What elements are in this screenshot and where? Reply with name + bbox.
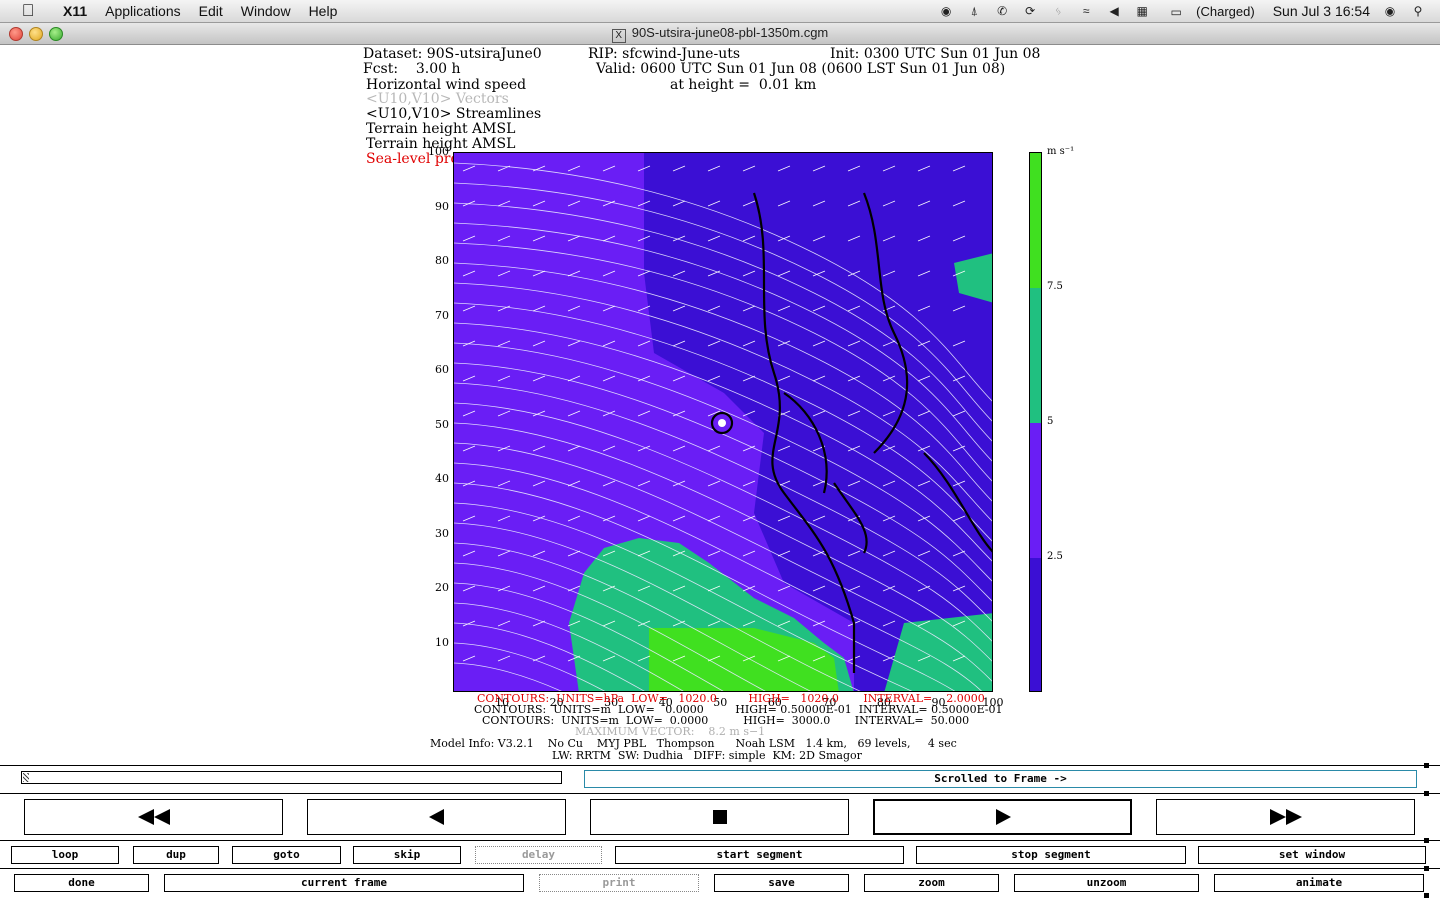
unzoom-button[interactable]: unzoom xyxy=(1014,874,1199,892)
menu-help[interactable]: Help xyxy=(300,0,347,22)
time-machine-icon[interactable]: ⟳ xyxy=(1022,4,1038,18)
header-vectors: <U10,V10> Vectors xyxy=(366,91,509,107)
y-tick-label: 90 xyxy=(435,199,449,213)
alien-icon[interactable]: ◉ xyxy=(938,4,954,18)
y-tick-label: 80 xyxy=(435,254,449,268)
battery-status[interactable]: ▭ (Charged) xyxy=(1162,4,1261,19)
panel-corner-marker xyxy=(1424,791,1429,796)
header-forecast: Fcst: 3.00 h xyxy=(363,61,461,77)
menu-bar:  X11 Applications Edit Window Help ◉ ⍋ … xyxy=(0,0,1440,23)
header-streamlines: <U10,V10> Streamlines xyxy=(366,106,542,122)
frame-scrollbar[interactable] xyxy=(21,771,562,784)
footer-max-vector: MAXIMUM VECTOR: 8.2 m s−1 xyxy=(575,725,766,738)
site-marker xyxy=(718,419,726,427)
colorbar-bin-7.5plus xyxy=(1030,153,1041,288)
user-icon[interactable]: ◉ xyxy=(1382,4,1398,18)
panel-corner-marker xyxy=(1424,763,1429,768)
stop-button[interactable] xyxy=(590,799,849,835)
zoom-button[interactable]: zoom xyxy=(864,874,999,892)
fast-forward-icon xyxy=(1269,809,1302,825)
menu-applications[interactable]: Applications xyxy=(96,0,190,22)
calendar-icon[interactable]: ▦ xyxy=(1134,4,1150,18)
footer-model-physics: LW: RRTM SW: Dudhia DIFF: simple KM: 2D … xyxy=(552,749,862,762)
y-tick-label: 20 xyxy=(435,581,449,595)
phone-icon[interactable]: ✆ xyxy=(994,4,1010,18)
done-button[interactable]: done xyxy=(14,874,149,892)
y-tick-label: 70 xyxy=(435,308,449,322)
header-height: at height = 0.01 km xyxy=(670,77,817,93)
panel-divider-top xyxy=(0,765,1440,766)
goto-button[interactable]: goto xyxy=(232,846,341,864)
bluetooth-icon[interactable]: ᛃ xyxy=(1050,4,1066,18)
panel-divider-3 xyxy=(0,840,1440,841)
panel-corner-marker xyxy=(1424,838,1429,843)
colorbar xyxy=(1029,152,1042,692)
play-icon xyxy=(995,809,1011,825)
window-title-bar: X 90S-utsira-june08-pbl-1350m.cgm xyxy=(0,23,1440,45)
colorbar-bin-0-2.5 xyxy=(1030,558,1041,691)
footer-model-info: Model Info: V3.2.1 No Cu MYJ PBL Thompso… xyxy=(430,737,957,750)
colorbar-tick-2.5: 2.5 xyxy=(1047,551,1063,562)
y-tick-label: 60 xyxy=(435,363,449,377)
current-frame-button[interactable]: current frame xyxy=(164,874,524,892)
step-back-icon xyxy=(428,809,444,825)
menu-window[interactable]: Window xyxy=(232,0,300,22)
dup-button[interactable]: dup xyxy=(133,846,219,864)
frame-status-field: Scrolled to Frame -> xyxy=(584,770,1417,788)
window-title-text: 90S-utsira-june08-pbl-1350m.cgm xyxy=(631,25,829,40)
panel-divider-2 xyxy=(0,793,1440,794)
colorbar-tick-7.5: 7.5 xyxy=(1047,281,1063,292)
colorbar-unit: m s⁻¹ xyxy=(1047,146,1075,157)
y-tick-label: 40 xyxy=(435,472,449,486)
set-window-button[interactable]: set window xyxy=(1198,846,1426,864)
panel-corner-marker xyxy=(1424,866,1429,871)
clock[interactable]: Sun Jul 3 16:54 xyxy=(1273,3,1370,19)
colorbar-bin-2.5-5 xyxy=(1030,423,1041,558)
y-tick-label: 50 xyxy=(435,417,449,431)
fast-forward-button[interactable] xyxy=(1156,799,1415,835)
y-tick-label: 10 xyxy=(435,635,449,649)
header-dataset: Dataset: 90S-utsiraJune0 xyxy=(363,46,542,62)
frame-scrollbar-thumb[interactable] xyxy=(23,773,29,782)
spotlight-search-icon[interactable]: ⚲ xyxy=(1410,4,1426,18)
rewind-button[interactable] xyxy=(24,799,283,835)
animate-button[interactable]: animate xyxy=(1214,874,1424,892)
apple-menu-icon[interactable]:  xyxy=(18,0,38,22)
stop-icon xyxy=(712,810,727,824)
panel-corner-marker xyxy=(1424,893,1429,898)
delay-button[interactable]: delay xyxy=(475,846,602,864)
play-button[interactable] xyxy=(873,799,1132,835)
window-title: X 90S-utsira-june08-pbl-1350m.cgm xyxy=(0,25,1440,43)
x11-document-icon: X xyxy=(611,29,626,43)
stop-segment-button[interactable]: stop segment xyxy=(916,846,1186,864)
panel-divider-4 xyxy=(0,868,1440,869)
colorbar-tick-5: 5 xyxy=(1047,416,1054,427)
menu-edit[interactable]: Edit xyxy=(190,0,232,22)
battery-icon: ▭ xyxy=(1170,4,1182,19)
header-valid: Valid: 0600 UTC Sun 01 Jun 08 (0600 LST … xyxy=(596,61,1006,77)
skip-button[interactable]: skip xyxy=(353,846,461,864)
save-button[interactable]: save xyxy=(714,874,849,892)
volume-icon[interactable]: ◀ xyxy=(1106,4,1122,18)
header-init: Init: 0300 UTC Sun 01 Jun 08 xyxy=(830,46,1041,62)
wind-speed-map xyxy=(453,152,993,692)
colorbar-bin-5-7.5 xyxy=(1030,288,1041,423)
wind-speed-map-svg xyxy=(454,153,992,691)
start-segment-button[interactable]: start segment xyxy=(615,846,904,864)
header-rip: RIP: sfcwind-June-uts xyxy=(588,46,741,62)
status-area: ◉ ⍋ ✆ ⟳ ᛃ ≈ ◀ ▦ ▭ (Charged) Sun Jul 3 16:… xyxy=(932,0,1440,22)
y-tick-label: 100 xyxy=(428,145,449,158)
battery-text: (Charged) xyxy=(1196,3,1255,19)
wifi-icon[interactable]: ≈ xyxy=(1078,4,1094,18)
loop-button[interactable]: loop xyxy=(11,846,119,864)
y-tick-label: 30 xyxy=(435,526,449,540)
header-terrain-1: Terrain height AMSL xyxy=(366,121,516,137)
print-button[interactable]: print xyxy=(539,874,699,892)
step-back-button[interactable] xyxy=(307,799,566,835)
menu-app-x11[interactable]: X11 xyxy=(54,0,96,22)
rewind-icon xyxy=(137,809,170,825)
network-activity-icon[interactable]: ⍋ xyxy=(966,4,982,18)
